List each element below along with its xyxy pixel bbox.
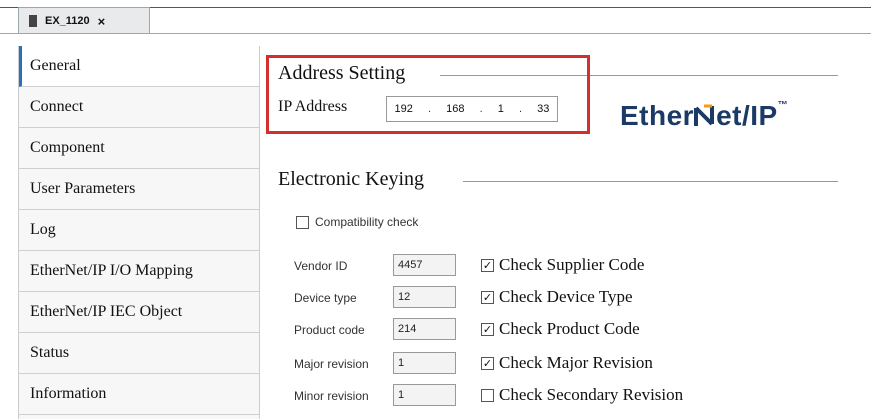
check-supplier-code-label: Check Supplier Code xyxy=(499,255,645,274)
compatibility-check-checkbox[interactable] xyxy=(296,216,309,229)
check-secondary-revision-checkbox[interactable] xyxy=(481,389,494,402)
sidebar-item-label: Log xyxy=(30,221,56,238)
sidebar-item-label: EtherNet/IP IEC Object xyxy=(30,303,183,320)
device-type-field[interactable]: 12 xyxy=(393,286,456,308)
tab-ex1120[interactable]: EX_1120 × xyxy=(18,7,150,34)
sidebar-item-status[interactable]: Status xyxy=(19,333,259,374)
keying-group-divider xyxy=(463,181,838,182)
sidebar-item-log[interactable]: Log xyxy=(19,210,259,251)
sidebar-item-connect[interactable]: Connect xyxy=(19,87,259,128)
tab-title: EX_1120 xyxy=(45,15,90,27)
major-revision-label: Major revision xyxy=(294,357,369,371)
electronic-keying-title: Electronic Keying xyxy=(278,168,425,190)
sidebar-item-user-parameters[interactable]: User Parameters xyxy=(19,169,259,210)
sidebar-item-label: User Parameters xyxy=(30,180,136,197)
check-device-type-checkbox[interactable]: ✓ xyxy=(481,291,494,304)
minor-revision-field[interactable]: 1 xyxy=(393,384,456,406)
sidebar-item-label: EtherNet/IP I/O Mapping xyxy=(30,262,193,279)
device-type-label: Device type xyxy=(294,291,357,305)
check-product-code-checkbox[interactable]: ✓ xyxy=(481,323,494,336)
check-major-revision-checkbox[interactable]: ✓ xyxy=(481,357,494,370)
check-device-type-label: Check Device Type xyxy=(499,287,633,306)
sidebar-item-information[interactable]: Information xyxy=(19,374,259,415)
sidebar-item-label: Status xyxy=(30,344,70,361)
sidebar-item-io-mapping[interactable]: EtherNet/IP I/O Mapping xyxy=(19,251,259,292)
sidebar-item-component[interactable]: Component xyxy=(19,128,259,169)
tab-bar: EX_1120 × xyxy=(0,0,871,40)
major-revision-field[interactable]: 1 xyxy=(393,352,456,374)
compatibility-check-label: Compatibility check xyxy=(315,215,419,229)
highlight-box xyxy=(266,55,590,134)
check-product-code-label: Check Product Code xyxy=(499,319,640,338)
sidebar-item-label: Information xyxy=(30,385,107,402)
product-code-field[interactable]: 214 xyxy=(393,318,456,340)
close-icon[interactable]: × xyxy=(98,14,106,29)
sidebar: General Connect Component User Parameter… xyxy=(18,46,260,419)
sidebar-item-iec-object[interactable]: EtherNet/IP IEC Object xyxy=(19,292,259,333)
vendor-id-field[interactable]: 4457 xyxy=(393,254,456,276)
sidebar-item-label: Component xyxy=(30,139,105,156)
sidebar-item-label: General xyxy=(30,57,81,74)
sidebar-item-label: Connect xyxy=(30,98,84,115)
device-icon xyxy=(29,15,37,27)
minor-revision-label: Minor revision xyxy=(294,389,369,403)
product-code-label: Product code xyxy=(294,323,365,337)
check-secondary-revision-label: Check Secondary Revision xyxy=(499,385,684,404)
tab-strip-border xyxy=(0,33,871,34)
check-major-revision-label: Check Major Revision xyxy=(499,353,653,372)
check-supplier-code-checkbox[interactable]: ✓ xyxy=(481,259,494,272)
ethernet-ip-logo: Ether et/IP™ xyxy=(620,100,789,131)
vendor-id-label: Vendor ID xyxy=(294,259,348,273)
sidebar-item-general[interactable]: General xyxy=(19,46,259,87)
